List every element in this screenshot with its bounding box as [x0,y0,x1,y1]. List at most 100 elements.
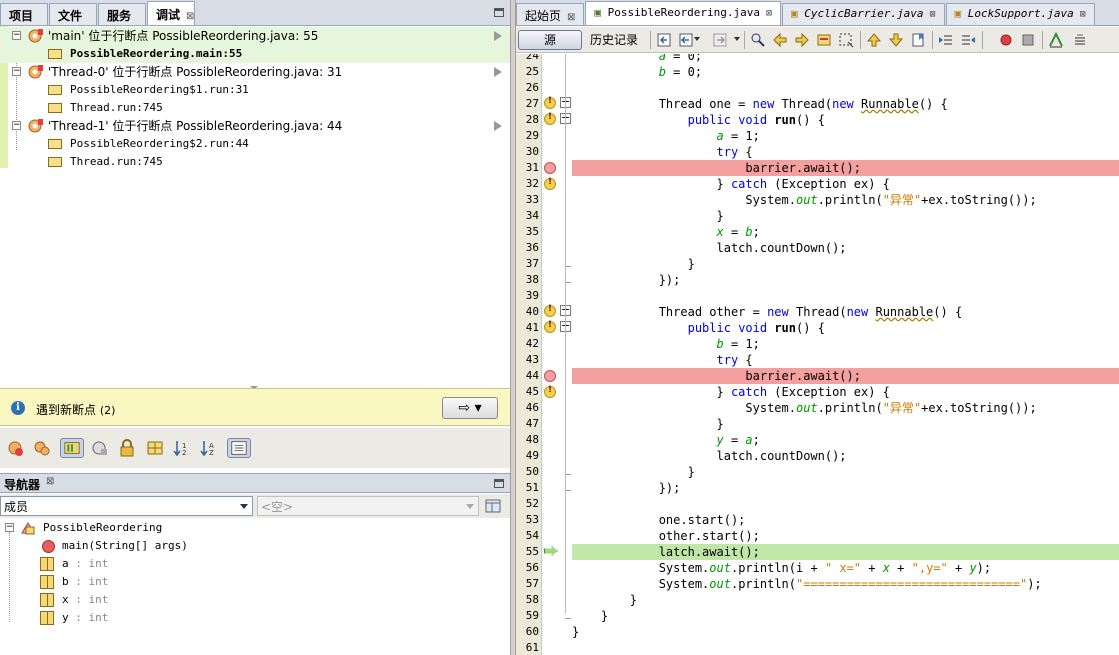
code-line[interactable]: } [572,208,1119,224]
code-line[interactable]: System.out.println("异常"+ex.toString()); [572,192,1119,208]
code-line[interactable]: } [572,464,1119,480]
breakpoint-icon[interactable] [544,162,556,174]
tab-possiblereordering-java[interactable]: ▣ PossibleReordering.java ⊠ [585,1,782,25]
code-line[interactable]: } catch (Exception ex) { [572,176,1119,192]
history-view-button[interactable]: 历史记录 [590,30,638,50]
member-field-a[interactable]: a : int [0,555,300,573]
next-bookmark-icon[interactable] [888,32,904,48]
code-line[interactable]: System.out.println("====================… [572,576,1119,592]
tab-cyclicbarrier-java[interactable]: ▣ CyclicBarrier.java ⊠ [782,3,945,25]
code-line[interactable] [572,288,1119,304]
shift-left-icon[interactable] [938,32,954,48]
code-line[interactable]: }); [572,480,1119,496]
code-area[interactable]: a = 0; b = 0; Thread one = new Thread(ne… [572,54,1119,655]
code-line[interactable]: latch.await(); [572,544,1119,560]
code-line[interactable]: a = 0; [572,54,1119,64]
chevron-down-icon[interactable] [734,37,740,41]
show-call-stack-icon[interactable] [227,438,251,458]
minimize-icon[interactable] [494,479,504,488]
frames-icon[interactable] [145,438,165,458]
close-icon[interactable]: ⊠ [186,11,194,22]
shift-right-icon[interactable] [960,32,976,48]
comment-icon[interactable] [1048,32,1064,48]
toggle-bookmark-icon[interactable] [910,32,926,48]
member-field-x[interactable]: x : int [0,591,300,609]
code-line[interactable]: System.out.println(i + " x=" + x + ",y="… [572,560,1119,576]
code-line[interactable]: latch.countDown(); [572,240,1119,256]
stop-macro-icon[interactable] [1020,32,1036,48]
close-icon[interactable]: ⊠ [567,12,575,23]
code-line[interactable]: Thread other = new Thread(new Runnable()… [572,304,1119,320]
warning-hint-icon[interactable] [544,177,556,190]
back-icon[interactable] [678,32,694,48]
code-line[interactable]: a = 1; [572,128,1119,144]
collapse-icon[interactable]: − [12,31,21,40]
code-line[interactable]: y = a; [572,432,1119,448]
tab-projects[interactable]: 项目 [0,3,48,25]
warning-hint-icon[interactable] [544,385,556,398]
close-icon[interactable]: ⊠ [766,8,772,19]
override-hint-icon[interactable] [544,320,556,333]
code-line[interactable] [572,496,1119,512]
switch-thread-button[interactable]: ⇨ ▾ [442,397,498,419]
members-filter-select[interactable]: 成员 [0,496,253,516]
tab-services[interactable]: 服务 [98,3,146,25]
code-line[interactable]: } [572,416,1119,432]
member-field-y[interactable]: y : int [0,609,300,627]
code-line[interactable]: latch.countDown(); [572,448,1119,464]
override-hint-icon[interactable] [544,112,556,125]
code-line[interactable]: x = b; [572,224,1119,240]
thread-row-thread-0[interactable]: − 'Thread-0' 位于行断点 PossibleReordering.ja… [0,63,510,81]
frame-row[interactable]: PossibleReordering$2.run:44 [0,135,510,153]
close-icon[interactable]: ⊠ [46,476,54,487]
code-line[interactable] [572,640,1119,655]
lock-icon[interactable] [117,438,137,458]
navigator-options-icon[interactable] [484,497,502,515]
close-icon[interactable]: ⊠ [1080,9,1086,20]
fold-gutter[interactable]: − − − − [559,54,572,655]
thread-row-thread-1[interactable]: − 'Thread-1' 位于行断点 PossibleReordering.ja… [0,117,510,135]
code-line[interactable]: public void run() { [572,320,1119,336]
forward-icon[interactable] [712,32,728,48]
code-line[interactable]: b = 1; [572,336,1119,352]
code-line[interactable]: barrier.await(); [572,368,1119,384]
code-line[interactable]: other.start(); [572,528,1119,544]
code-line[interactable]: } catch (Exception ex) { [572,384,1119,400]
last-edit-icon[interactable] [656,32,672,48]
source-view-button[interactable]: 源 [518,30,582,50]
code-line[interactable] [572,80,1119,96]
frame-row[interactable]: Thread.run:745 [0,99,510,117]
tab-locksupport-java[interactable]: ▣ LockSupport.java ⊠ [945,3,1095,25]
tab-files[interactable]: 文件 [49,3,97,25]
previous-bookmark-icon[interactable] [866,32,882,48]
resume-thread-icon[interactable] [494,121,502,131]
toggle-highlight-icon[interactable] [816,32,832,48]
code-line[interactable]: } [572,608,1119,624]
thread-row-main[interactable]: − 'main' 位于行断点 PossibleReordering.java: … [0,27,510,45]
code-line[interactable]: barrier.await(); [572,160,1119,176]
sort-descending-icon[interactable]: AZ [199,438,219,458]
collapse-icon[interactable]: − [12,121,21,130]
close-icon[interactable]: ⊠ [929,9,935,20]
warning-hint-icon[interactable] [544,96,556,109]
code-line[interactable]: System.out.println("异常"+ex.toString()); [572,400,1119,416]
tab-start-page[interactable]: 起始页 ⊠ [516,3,585,25]
thread-groups-icon[interactable] [32,438,52,458]
code-line[interactable]: try { [572,144,1119,160]
uncomment-icon[interactable] [1072,32,1088,48]
code-line[interactable]: }); [572,272,1119,288]
sort-ascending-icon[interactable]: 12 [172,438,192,458]
find-icon[interactable] [750,32,766,48]
member-method-main[interactable]: main(String[] args) [0,537,300,555]
show-suspended-only-icon[interactable] [60,438,84,458]
collapse-icon[interactable]: − [5,523,14,532]
find-next-icon[interactable] [794,32,810,48]
glyph-gutter[interactable] [543,54,559,655]
member-field-b[interactable]: b : int [0,573,300,591]
frame-row[interactable]: PossibleReordering$1.run:31 [0,81,510,99]
frame-row[interactable]: PossibleReordering.main:55 [0,45,510,63]
tab-debugging[interactable]: 调试 ⊠ [147,1,195,25]
breakpoint-icon[interactable] [544,370,556,382]
warning-hint-icon[interactable] [544,304,556,317]
chevron-down-icon[interactable] [694,37,700,41]
